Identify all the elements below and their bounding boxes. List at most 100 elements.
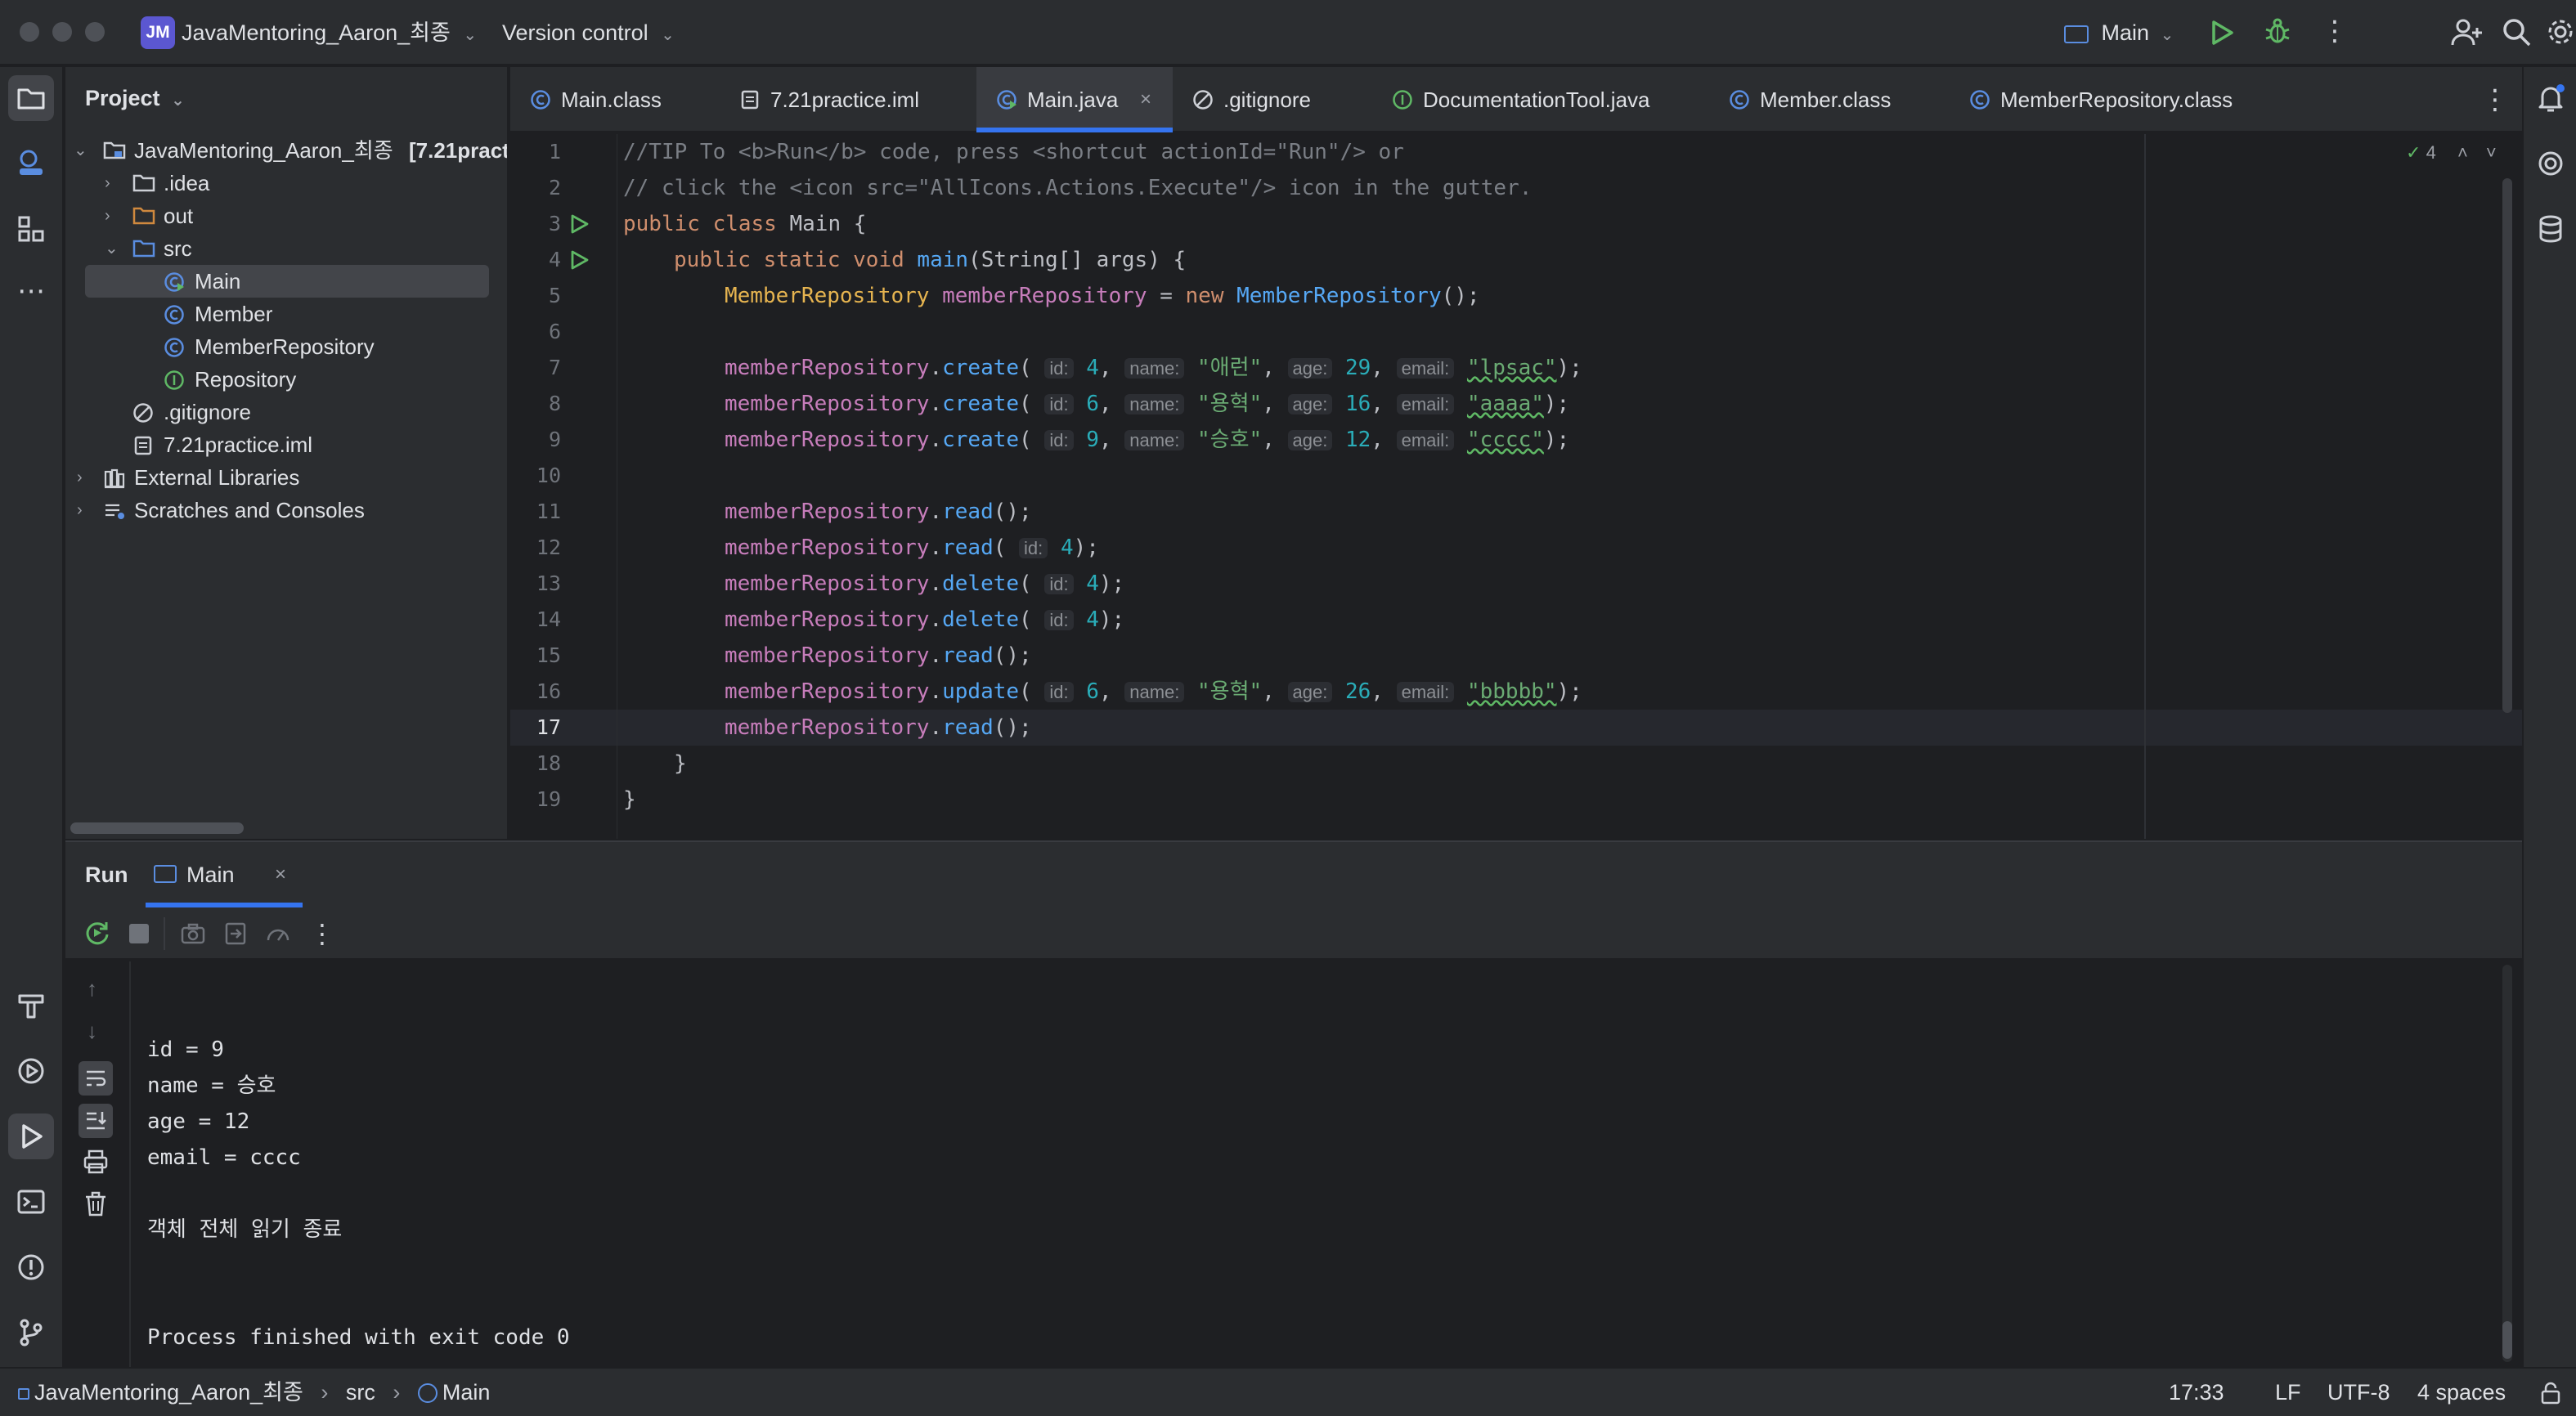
problems-icon[interactable]	[8, 1244, 54, 1290]
build-hammer-icon[interactable]	[8, 983, 54, 1028]
soft-wrap-icon[interactable]	[79, 1061, 113, 1096]
tab-main-java-active[interactable]: Main.java ×	[976, 67, 1173, 132]
tree-item-gitignore[interactable]: .gitignore	[65, 396, 507, 428]
settings-gear-icon[interactable]	[2545, 16, 2576, 47]
status-bar: JavaMentoring_Aaron_최종 › src › Main 17:3…	[0, 1367, 2576, 1416]
close-tab-icon[interactable]: ×	[275, 860, 286, 889]
inspections-widget[interactable]: ✓ 4 ˄ ˅	[2406, 141, 2497, 165]
close-tab-icon[interactable]: ×	[1140, 67, 1151, 132]
code-line-9: memberRepository.create( id: 9, name: "승…	[725, 428, 1570, 452]
breadcrumb-project[interactable]: JavaMentoring_Aaron_최종	[34, 1380, 303, 1405]
editor-vertical-scrollbar[interactable]	[2502, 178, 2512, 713]
line-separator[interactable]: LF	[2275, 1369, 2301, 1416]
project-name-label: JavaMentoring_Aaron_최종	[182, 20, 451, 45]
tab-label: MemberRepository.class	[2000, 87, 2233, 112]
class-run-icon	[417, 1383, 438, 1403]
lock-icon[interactable]	[2540, 1381, 2561, 1405]
tree-item-iml[interactable]: 7.21practice.iml	[65, 428, 507, 461]
run-icon[interactable]	[2206, 18, 2236, 47]
screenshot-icon[interactable]	[180, 921, 206, 947]
more-actions-icon[interactable]: ⋮	[2321, 15, 2349, 47]
gutter-run-class-icon[interactable]	[568, 213, 590, 235]
structure-tool-icon[interactable]	[8, 206, 54, 252]
line-number: 1	[548, 140, 561, 164]
chevron-right-icon[interactable]: ›	[77, 461, 93, 494]
tree-item-src[interactable]: ⌄ src	[65, 232, 507, 265]
run-tool-icon[interactable]	[8, 1114, 54, 1159]
tree-item-member-repository[interactable]: MemberRepository	[65, 330, 507, 363]
line-number: 3	[548, 212, 561, 235]
terminal-icon[interactable]	[8, 1179, 54, 1225]
console-scrollbar-thumb[interactable]	[2502, 1321, 2512, 1359]
tree-item-repository[interactable]: Repository	[65, 363, 507, 396]
breadcrumb-main[interactable]: Main	[442, 1380, 491, 1405]
project-name-dropdown[interactable]: JavaMentoring_Aaron_최종 ⌄	[182, 18, 477, 50]
tree-item-main[interactable]: Main	[85, 265, 489, 298]
chevron-right-icon[interactable]: ›	[105, 167, 121, 199]
tree-item-external-libraries[interactable]: › External Libraries	[65, 461, 507, 494]
print-icon[interactable]	[82, 1148, 110, 1176]
window-zoom-button[interactable]	[85, 22, 105, 42]
search-icon[interactable]	[2501, 16, 2532, 47]
git-branch-icon[interactable]	[8, 1310, 54, 1356]
code-line-2: // click the <icon src="AllIcons.Actions…	[623, 176, 1533, 200]
arrow-down-icon[interactable]: ↓	[87, 1019, 97, 1044]
code-line-11: memberRepository.read();	[725, 500, 1032, 524]
file-encoding[interactable]: UTF-8	[2327, 1369, 2390, 1416]
version-control-dropdown[interactable]: Version control ⌄	[502, 18, 675, 50]
scroll-to-end-icon[interactable]	[79, 1104, 113, 1138]
tree-item-label: Repository	[195, 367, 297, 392]
tree-item-module-root[interactable]: ⌄ JavaMentoring_Aaron_최종 [7.21pract	[65, 134, 507, 167]
trash-icon[interactable]	[82, 1190, 110, 1218]
project-badge[interactable]: JM	[141, 16, 175, 49]
project-horizontal-scrollbar[interactable]	[70, 822, 244, 834]
project-tool-folder-icon[interactable]	[8, 75, 54, 121]
tab-label: .gitignore	[1223, 87, 1311, 112]
tree-item-scratches[interactable]: › Scratches and Consoles	[65, 494, 507, 527]
tabs-more-icon[interactable]: ⋮	[2481, 83, 2509, 116]
debug-icon[interactable]	[2262, 16, 2293, 47]
tree-item-label: JavaMentoring_Aaron_최종	[134, 138, 393, 163]
indent-setting[interactable]: 4 spaces	[2417, 1369, 2506, 1416]
chevron-down-icon[interactable]: ˅	[2486, 142, 2497, 163]
code-editor[interactable]: ✓ 4 ˄ ˅ 1 2 3 4 5 6 7 8 9 10 11 12 13 14…	[510, 134, 2522, 839]
window-minimize-button[interactable]	[52, 22, 72, 42]
tree-item-out[interactable]: › out	[65, 199, 507, 232]
console-output[interactable]: ↑ ↓ id = 9 name = 승호 age = 12 email = cc…	[65, 961, 2522, 1369]
window-close-button[interactable]	[20, 22, 39, 42]
toolbar-separator	[164, 917, 165, 950]
profiler-icon[interactable]	[265, 921, 291, 947]
commit-tool-icon[interactable]	[8, 141, 54, 186]
run-tab-main[interactable]: Main ×	[146, 842, 303, 907]
chevron-right-icon[interactable]: ›	[105, 199, 121, 232]
rerun-icon[interactable]	[83, 919, 111, 947]
notifications-bell-icon[interactable]	[2528, 75, 2574, 121]
gutter-run-main-icon[interactable]	[568, 249, 590, 271]
run-config-dropdown[interactable]: Main ⌄	[2064, 18, 2174, 50]
exit-icon[interactable]	[222, 921, 249, 947]
line-number: 16	[536, 679, 561, 703]
project-view-dropdown[interactable]: Project ⌄	[85, 83, 185, 115]
more-actions-icon[interactable]: ⋮	[309, 917, 335, 950]
arrow-up-icon[interactable]: ↑	[87, 976, 97, 1002]
caret-position[interactable]: 17:33	[2169, 1369, 2224, 1416]
chevron-right-icon[interactable]: ›	[77, 494, 93, 527]
tree-item-idea[interactable]: › .idea	[65, 167, 507, 199]
ai-assistant-icon[interactable]	[2528, 141, 2574, 186]
chevron-down-icon[interactable]: ⌄	[105, 232, 121, 265]
breadcrumb-src[interactable]: src	[346, 1380, 375, 1405]
scratches-icon	[103, 500, 126, 522]
class-icon	[530, 89, 551, 110]
line-number: 12	[536, 535, 561, 559]
file-icon	[132, 435, 154, 456]
add-user-icon[interactable]	[2450, 16, 2483, 49]
database-icon[interactable]	[2528, 206, 2574, 252]
breadcrumb: JavaMentoring_Aaron_최종 › src › Main	[18, 1369, 490, 1416]
more-tools-icon[interactable]: ⋯	[8, 268, 54, 314]
services-icon[interactable]	[8, 1048, 54, 1094]
stop-icon[interactable]	[129, 924, 149, 943]
console-scrollbar-track[interactable]	[2502, 965, 2512, 1362]
tree-item-member[interactable]: Member	[65, 298, 507, 330]
chevron-up-icon[interactable]: ˄	[2457, 142, 2468, 163]
chevron-down-icon[interactable]: ⌄	[74, 134, 90, 167]
